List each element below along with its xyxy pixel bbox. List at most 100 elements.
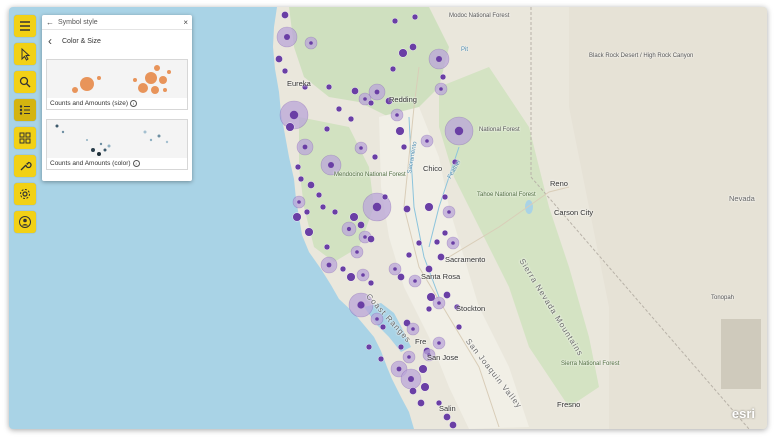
symbol-point[interactable] <box>328 162 334 168</box>
symbol-point[interactable] <box>403 205 411 213</box>
symbol-point[interactable] <box>443 291 451 299</box>
chevron-left-icon[interactable]: ‹ <box>48 35 62 47</box>
style-option-color[interactable]: Counts and Amounts (color) i <box>46 119 188 171</box>
symbol-point[interactable] <box>411 13 419 21</box>
basemap-gallery-button[interactable] <box>14 127 36 149</box>
symbol-point[interactable] <box>339 265 347 273</box>
symbol-point[interactable] <box>389 65 397 73</box>
symbol-point[interactable] <box>351 87 359 95</box>
symbol-point[interactable] <box>326 262 332 268</box>
symbol-point[interactable] <box>437 253 445 261</box>
symbol-point[interactable] <box>439 73 447 81</box>
symbol-point[interactable] <box>357 221 365 229</box>
symbol-point[interactable] <box>381 193 389 201</box>
symbol-point[interactable] <box>325 83 333 91</box>
symbol-point[interactable] <box>359 146 363 150</box>
symbol-point[interactable] <box>415 239 423 247</box>
select-button[interactable] <box>14 43 36 65</box>
symbol-point[interactable] <box>441 193 449 201</box>
symbol-point[interactable] <box>297 200 301 204</box>
symbol-point[interactable] <box>346 226 352 232</box>
info-icon[interactable]: i <box>132 160 140 167</box>
symbol-point[interactable] <box>437 301 441 305</box>
symbol-point[interactable] <box>409 43 417 51</box>
symbol-point[interactable] <box>323 125 331 133</box>
legend-button[interactable] <box>14 99 36 121</box>
symbol-point[interactable] <box>443 413 451 421</box>
symbol-point[interactable] <box>420 382 430 392</box>
symbol-point[interactable] <box>304 227 314 237</box>
symbol-point[interactable] <box>395 113 399 117</box>
symbol-point[interactable] <box>425 139 429 143</box>
symbol-point[interactable] <box>363 97 367 101</box>
symbol-point[interactable] <box>367 279 375 287</box>
symbol-point[interactable] <box>454 126 464 136</box>
symbol-point[interactable] <box>371 153 379 161</box>
symbol-point[interactable] <box>417 399 425 407</box>
symbol-point[interactable] <box>425 305 433 313</box>
back-arrow-icon[interactable]: ← <box>46 18 56 27</box>
symbol-point[interactable] <box>447 210 451 214</box>
symbol-point[interactable] <box>424 202 434 212</box>
symbol-point[interactable] <box>275 55 283 63</box>
symbol-point[interactable] <box>436 56 442 62</box>
symbol-point[interactable] <box>437 341 441 345</box>
symbol-point[interactable] <box>307 181 315 189</box>
symbol-point[interactable] <box>347 115 355 123</box>
symbol-point[interactable] <box>363 235 367 239</box>
symbol-point[interactable] <box>397 273 405 281</box>
symbol-point[interactable] <box>281 11 289 19</box>
symbol-point[interactable] <box>303 208 311 216</box>
symbol-point[interactable] <box>285 122 295 132</box>
symbol-point[interactable] <box>433 238 441 246</box>
symbol-point[interactable] <box>441 229 449 237</box>
symbol-point[interactable] <box>302 144 308 150</box>
symbol-point[interactable] <box>294 163 302 171</box>
symbol-point[interactable] <box>346 272 356 282</box>
symbol-point[interactable] <box>451 241 455 245</box>
symbol-point[interactable] <box>319 203 327 211</box>
symbol-point[interactable] <box>349 212 359 222</box>
symbol-point[interactable] <box>397 343 405 351</box>
symbol-point[interactable] <box>365 343 373 351</box>
settings-button[interactable] <box>14 183 36 205</box>
symbol-point[interactable] <box>367 235 375 243</box>
symbol-point[interactable] <box>411 327 415 331</box>
symbol-point[interactable] <box>418 364 428 374</box>
symbol-point[interactable] <box>335 105 343 113</box>
search-button[interactable] <box>14 71 36 93</box>
symbol-point[interactable] <box>409 387 417 395</box>
symbol-point[interactable] <box>439 87 443 91</box>
symbol-point[interactable] <box>367 99 375 107</box>
symbol-point[interactable] <box>284 34 290 40</box>
symbol-point[interactable] <box>379 323 387 331</box>
symbol-point[interactable] <box>391 17 399 25</box>
symbol-point[interactable] <box>449 421 457 429</box>
symbol-point[interactable] <box>374 89 380 95</box>
symbol-point[interactable] <box>281 67 289 75</box>
symbol-point[interactable] <box>292 212 302 222</box>
info-icon[interactable]: i <box>130 100 138 107</box>
close-icon[interactable]: × <box>183 18 188 27</box>
symbol-point[interactable] <box>297 175 305 183</box>
symbol-point[interactable] <box>355 250 359 254</box>
symbol-point[interactable] <box>289 110 299 120</box>
symbol-point[interactable] <box>408 376 414 382</box>
symbol-point[interactable] <box>398 48 408 58</box>
symbol-point[interactable] <box>396 366 402 372</box>
symbol-point[interactable] <box>372 202 382 212</box>
symbol-point[interactable] <box>377 355 385 363</box>
symbol-point[interactable] <box>357 301 365 309</box>
symbol-point[interactable] <box>309 41 313 45</box>
symbol-point[interactable] <box>455 323 463 331</box>
symbol-point[interactable] <box>400 143 408 151</box>
symbol-point[interactable] <box>331 208 339 216</box>
tools-button[interactable] <box>14 155 36 177</box>
symbol-point[interactable] <box>413 279 417 283</box>
symbol-point[interactable] <box>361 273 365 277</box>
user-account-button[interactable] <box>14 211 36 233</box>
symbol-point[interactable] <box>393 267 397 271</box>
symbol-point[interactable] <box>407 355 411 359</box>
symbol-point[interactable] <box>395 126 405 136</box>
symbol-point[interactable] <box>375 317 379 321</box>
